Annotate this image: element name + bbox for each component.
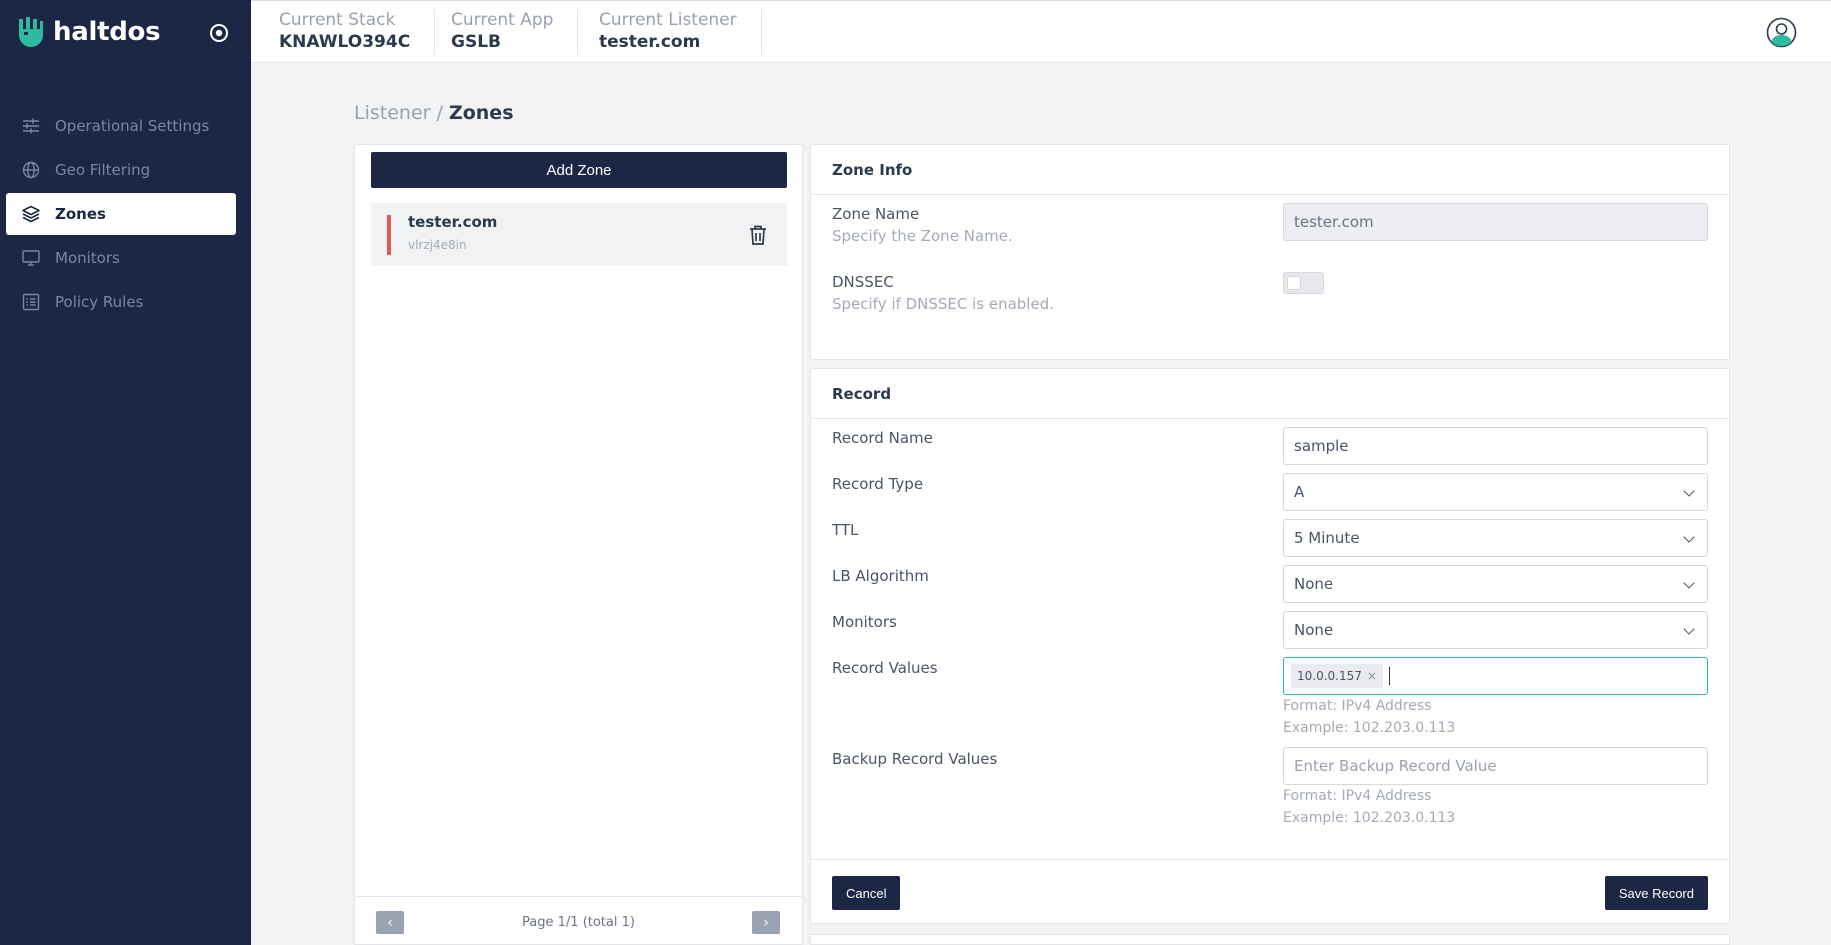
sidebar-nav: Operational Settings Geo Filtering Zones… (6, 105, 236, 325)
sliders-icon (22, 117, 40, 135)
record-type-value: A (1294, 483, 1305, 501)
record-values-label: Record Values (832, 659, 938, 677)
zone-name-label: Zone Name (832, 205, 920, 223)
zone-name-field[interactable]: tester.com (1283, 203, 1708, 241)
sidebar-item-label: Zones (55, 205, 106, 223)
record-value-tag: 10.0.0.157 × (1291, 664, 1383, 688)
zone-id: vlrzj4e8in (408, 238, 467, 252)
current-stack-value: KNAWLO394C (279, 32, 411, 52)
dnssec-toggle[interactable] (1283, 272, 1324, 294)
next-page-button[interactable]: › (752, 911, 780, 934)
sidebar-item-label: Monitors (55, 249, 120, 267)
record-name-label: Record Name (832, 429, 933, 447)
zone-status-marker (387, 215, 391, 255)
sidebar-item-zones[interactable]: Zones (6, 193, 236, 235)
sidebar-item-operational-settings[interactable]: Operational Settings (6, 105, 236, 147)
breadcrumb: Listener / Zones (354, 102, 514, 124)
current-app[interactable]: Current App GSLB (423, 9, 579, 55)
layers-icon (22, 205, 40, 223)
ttl-label: TTL (832, 521, 859, 539)
sidebar-item-policy-rules[interactable]: Policy Rules (6, 281, 236, 323)
haltdos-logo-icon (19, 17, 43, 47)
globe-icon (22, 161, 40, 179)
monitors-label: Monitors (832, 613, 897, 631)
breadcrumb-separator: / (436, 102, 443, 124)
ttl-select[interactable]: 5 Minute (1283, 519, 1708, 557)
dnssec-help: Specify if DNSSEC is enabled. (832, 295, 1054, 313)
target-icon[interactable] (207, 21, 231, 45)
current-app-label: Current App (451, 10, 554, 30)
current-app-value: GSLB (451, 32, 501, 52)
backup-record-values-label: Backup Record Values (832, 750, 998, 768)
record-values-input[interactable]: 10.0.0.157 × (1283, 657, 1708, 695)
monitors-value: None (1294, 621, 1334, 639)
backup-record-example: Example: 102.203.0.113 (1283, 810, 1456, 826)
current-stack[interactable]: Current Stack KNAWLO394C (251, 9, 436, 55)
record-values-format: Format: IPv4 Address (1283, 698, 1432, 714)
backup-record-format: Format: IPv4 Address (1283, 788, 1432, 804)
zone-name-help: Specify the Zone Name. (832, 227, 1013, 245)
record-name-input[interactable]: sample (1283, 427, 1708, 465)
top-header: Current Stack KNAWLO394C Current App GSL… (251, 0, 1831, 63)
save-record-button[interactable]: Save Record (1604, 876, 1708, 910)
sidebar: haltdos Operational Settings Geo Filteri… (0, 0, 251, 945)
trash-icon[interactable] (748, 224, 768, 246)
lb-algorithm-value: None (1294, 575, 1334, 593)
breadcrumb-current: Zones (448, 102, 514, 124)
text-caret (1388, 667, 1390, 685)
backup-placeholder: Enter Backup Record Value (1294, 757, 1497, 775)
list-icon (22, 293, 40, 311)
monitors-select[interactable]: None (1283, 611, 1708, 649)
record-card: Record Record Name sample Record Type A … (810, 368, 1730, 924)
record-values-example: Example: 102.203.0.113 (1283, 720, 1456, 736)
chevron-right-icon: › (763, 914, 769, 931)
record-type-label: Record Type (832, 475, 924, 493)
lb-algorithm-label: LB Algorithm (832, 567, 929, 585)
record-type-select[interactable]: A (1283, 473, 1708, 511)
sidebar-item-label: Operational Settings (55, 117, 210, 135)
current-listener[interactable]: Current Listener tester.com (571, 9, 762, 55)
list-item[interactable]: tester.com vlrzj4e8in (371, 203, 787, 266)
backup-record-values-input[interactable]: Enter Backup Record Value (1283, 747, 1708, 785)
remove-tag-icon[interactable]: × (1367, 669, 1377, 683)
zone-name: tester.com (408, 213, 498, 231)
record-title: Record (811, 369, 1729, 419)
current-listener-value: tester.com (599, 32, 701, 52)
zone-info-card: Zone Info Zone Name Specify the Zone Nam… (810, 144, 1730, 360)
pagination: ‹ Page 1/1 (total 1) › (355, 896, 802, 944)
sidebar-item-geo-filtering[interactable]: Geo Filtering (6, 149, 236, 191)
logo[interactable]: haltdos (17, 17, 161, 47)
breadcrumb-parent[interactable]: Listener (354, 102, 430, 124)
lb-algorithm-select[interactable]: None (1283, 565, 1708, 603)
ttl-value: 5 Minute (1294, 529, 1360, 547)
dnssec-label: DNSSEC (832, 273, 894, 291)
page-info: Page 1/1 (total 1) (522, 915, 635, 930)
add-zone-button[interactable]: Add Zone (371, 152, 787, 188)
sidebar-item-label: Policy Rules (55, 293, 144, 311)
monitor-icon (22, 249, 40, 267)
next-card-edge (810, 934, 1730, 945)
brand-name: haltdos (53, 17, 161, 47)
zone-list-panel: Add Zone tester.com vlrzj4e8in ‹ Page 1/… (354, 144, 803, 945)
current-stack-label: Current Stack (279, 10, 396, 30)
sidebar-item-monitors[interactable]: Monitors (6, 237, 236, 279)
cancel-button[interactable]: Cancel (832, 876, 901, 910)
sidebar-item-label: Geo Filtering (55, 161, 151, 179)
zone-info-title: Zone Info (811, 145, 1729, 195)
user-avatar-icon[interactable] (1766, 17, 1797, 48)
toggle-knob (1288, 277, 1300, 289)
record-value-tag-text: 10.0.0.157 (1297, 669, 1362, 683)
record-footer: Cancel Save Record (811, 859, 1729, 923)
current-listener-label: Current Listener (599, 10, 737, 30)
